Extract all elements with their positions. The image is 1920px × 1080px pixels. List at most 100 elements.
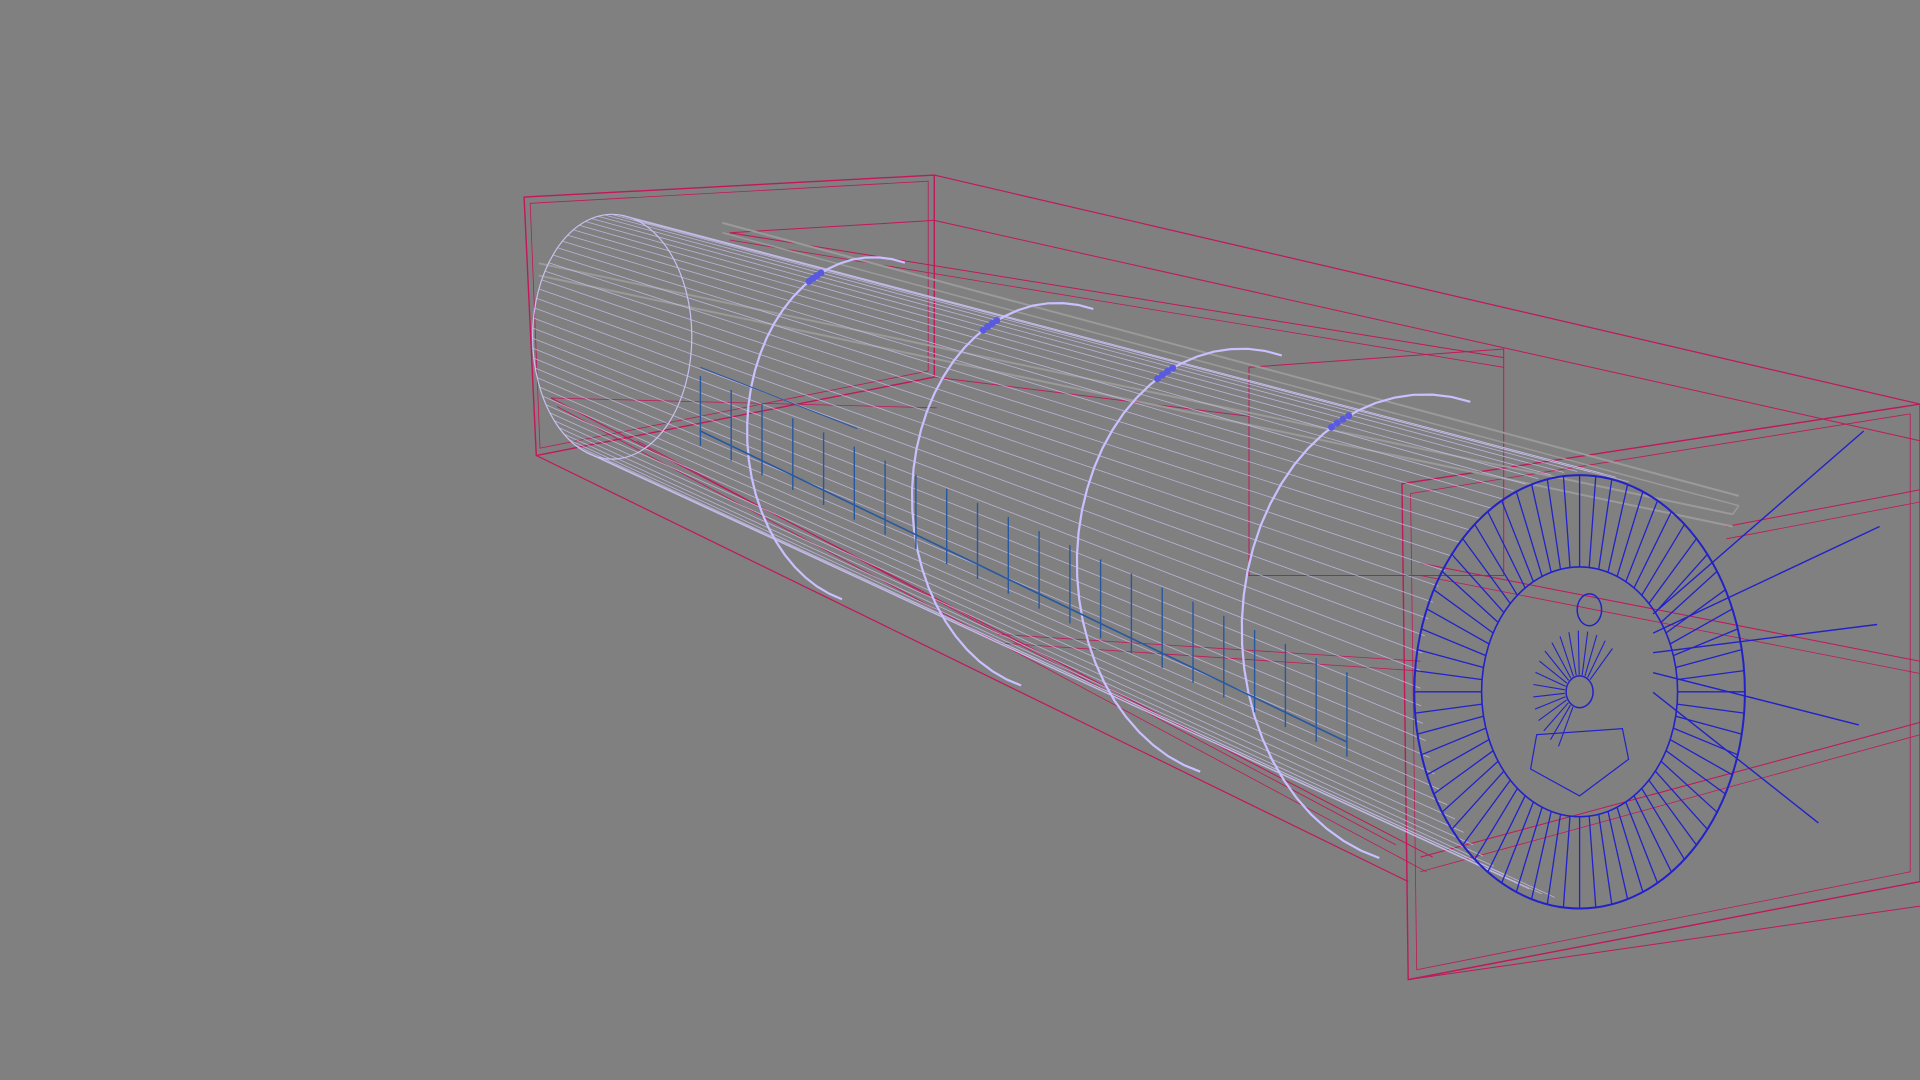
cutter-spoke xyxy=(1562,476,1571,568)
beam-top xyxy=(538,262,1733,516)
mid-link-edge xyxy=(934,376,1250,417)
cutter-spoke xyxy=(1546,479,1562,570)
cutter-spoke xyxy=(1421,727,1487,756)
fence-rail xyxy=(700,430,1348,743)
cutter-spoke xyxy=(1598,479,1613,570)
cutter-spoke xyxy=(1616,807,1644,893)
cylinder-segment-line xyxy=(597,215,1552,476)
cutter-spoke xyxy=(1501,500,1535,582)
cutter-spoke xyxy=(1546,814,1562,905)
cylinder-segment-line xyxy=(563,433,1484,857)
fan-blade xyxy=(1533,683,1566,691)
cylinder-segment-line xyxy=(573,229,1502,500)
cutter-spoke xyxy=(1665,589,1726,634)
cutter-spoke xyxy=(1415,669,1483,681)
cutter-spoke xyxy=(1598,814,1613,905)
cutter-spoke xyxy=(1515,807,1543,893)
shelf-edge-5 xyxy=(1726,489,1920,527)
cylinder-segment-line xyxy=(535,367,1426,741)
cylinder-segment-line xyxy=(558,427,1474,846)
vertex-dot xyxy=(1345,412,1353,420)
beam-back xyxy=(722,221,1740,497)
cylinder-segment-line xyxy=(545,404,1448,806)
cutter-spoke xyxy=(1625,500,1659,582)
cutter-spoke xyxy=(1625,801,1659,884)
cutter-spoke xyxy=(1433,750,1494,795)
cutter-top-ring xyxy=(1576,593,1603,627)
bottom-rail-edge-4 xyxy=(636,440,1397,846)
vertex-dot xyxy=(1339,415,1347,423)
cylinder-segment-line xyxy=(539,386,1435,775)
cutter-spoke xyxy=(1421,628,1487,657)
fan-blade xyxy=(1568,632,1577,676)
cylinder-segment-line xyxy=(567,234,1491,509)
fan-blade xyxy=(1535,671,1566,687)
cutter-spoke xyxy=(1426,739,1490,776)
cutter-hub xyxy=(1565,675,1594,709)
cutter-arm xyxy=(1653,623,1878,654)
cutter-spoke xyxy=(1426,608,1490,645)
vertex-dot xyxy=(1333,419,1341,427)
cutter-spoke xyxy=(1415,703,1483,714)
cylinder-segment-line xyxy=(591,218,1539,480)
cylinder-segment-line xyxy=(538,288,1434,603)
cutter-spoke xyxy=(1433,589,1494,634)
bottom-rail-edge-2 xyxy=(550,397,1433,858)
fan-blade xyxy=(1589,648,1613,681)
cutter-spoke xyxy=(1669,739,1733,776)
cutter-spoke xyxy=(1675,648,1742,669)
vertex-dot xyxy=(993,317,1001,324)
beam-end xyxy=(1732,505,1740,515)
back-top-cross xyxy=(729,219,935,234)
fan-blade xyxy=(1533,692,1565,698)
cutter-spoke xyxy=(1530,484,1552,573)
vertex-dot xyxy=(1169,364,1177,372)
tunnel-cylinder[interactable] xyxy=(532,213,1629,898)
fan-housing xyxy=(1529,727,1630,797)
cylinder-segment-line xyxy=(574,444,1506,876)
vertex-dot xyxy=(817,269,825,277)
beam-top-2 xyxy=(538,274,1733,528)
front-panel-inner-edge xyxy=(1410,413,1911,971)
cylinder-segment-line xyxy=(580,448,1518,884)
front-bottom-edge xyxy=(1408,905,1920,981)
cylinder-segment-line xyxy=(585,221,1526,485)
cutter-spoke xyxy=(1588,816,1597,908)
ledge-edge xyxy=(550,397,937,409)
cutter-head[interactable] xyxy=(1413,430,1880,910)
cutter-spoke xyxy=(1607,811,1629,900)
bottom-rail-edge xyxy=(536,454,1409,883)
cylinder-segment-line xyxy=(533,357,1424,724)
cutter-spoke xyxy=(1417,715,1484,735)
cutter-spoke xyxy=(1665,750,1726,795)
cutter-spoke xyxy=(1417,648,1484,669)
cylinder-segment-line xyxy=(542,395,1441,791)
cylinder-segment-line xyxy=(569,439,1494,867)
cutter-spoke xyxy=(1677,669,1745,681)
fence-top-rail xyxy=(700,366,858,430)
cutter-inner-rim xyxy=(1480,566,1679,818)
fan-blade xyxy=(1539,660,1568,684)
cylinder-segment-line xyxy=(549,412,1456,820)
cutter-spoke xyxy=(1677,703,1745,714)
cutter-arm xyxy=(1652,430,1865,615)
cutter-spoke xyxy=(1562,816,1571,908)
3d-viewport[interactable] xyxy=(0,0,1920,1080)
fan-blade xyxy=(1577,630,1580,675)
cutter-spoke xyxy=(1673,628,1739,657)
cylinder-segment-line xyxy=(610,213,1578,472)
fan-blade xyxy=(1534,696,1566,710)
shelf-edge-6 xyxy=(1726,501,1920,540)
cutter-arm xyxy=(1652,525,1880,634)
cutter-spoke xyxy=(1515,491,1543,577)
vertex-dot xyxy=(1328,423,1336,431)
fan-blade xyxy=(1544,650,1570,681)
cutter-spoke xyxy=(1588,476,1597,568)
upper-rail-edge xyxy=(934,219,1920,442)
beam-back-2 xyxy=(722,231,1739,507)
cutter-spoke xyxy=(1675,715,1742,735)
cylinder-segment-line xyxy=(557,247,1471,531)
wireframe-scene[interactable] xyxy=(0,0,1920,1080)
cutter-spoke xyxy=(1607,484,1629,573)
cylinder-segment-line xyxy=(586,452,1530,890)
